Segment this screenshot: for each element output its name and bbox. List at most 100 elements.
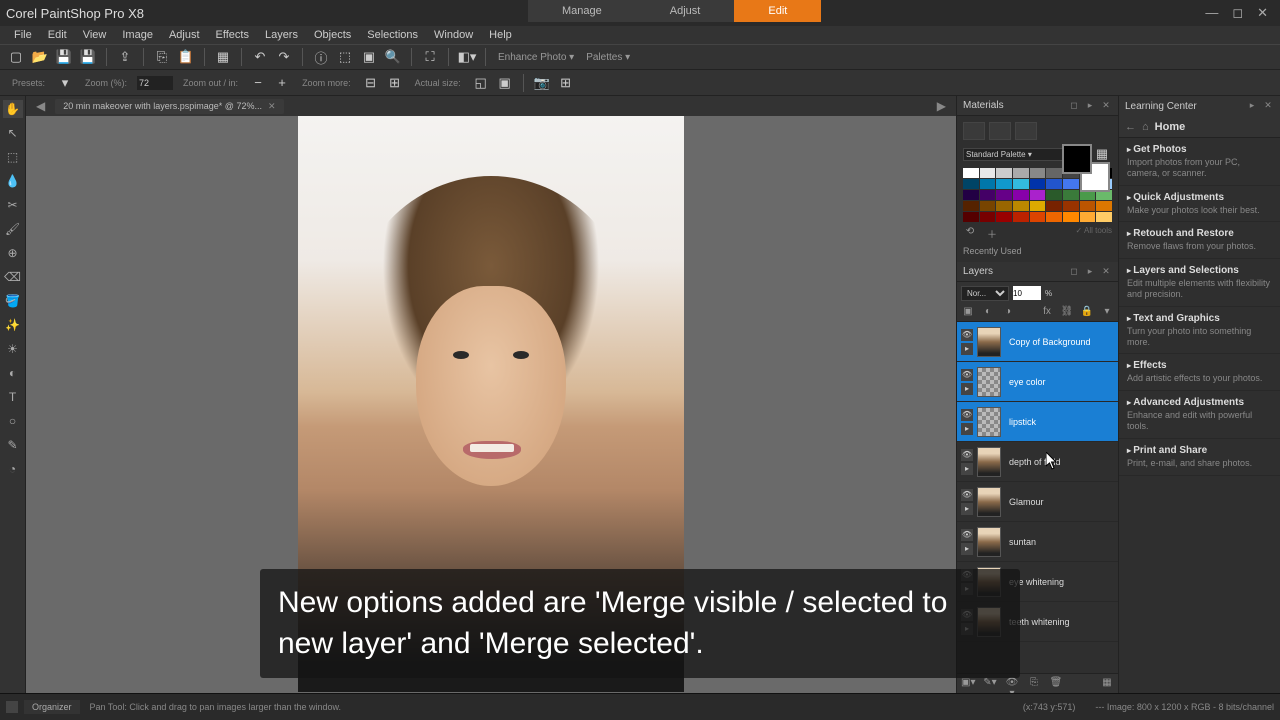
zoom-more-out-icon[interactable]: ⊟ xyxy=(361,73,381,93)
panel-close-icon[interactable]: ✕ xyxy=(1262,100,1274,112)
smart-tool-icon[interactable]: ◐ xyxy=(3,364,23,382)
move-tool-icon[interactable]: ↖ xyxy=(3,124,23,142)
mode-tab-adjust[interactable]: Adjust xyxy=(636,0,735,22)
menu-image[interactable]: Image xyxy=(114,29,161,41)
visibility-icon[interactable]: 👁 xyxy=(961,409,973,421)
mode-tab-manage[interactable]: Manage xyxy=(528,0,636,22)
color-swatch[interactable] xyxy=(1046,201,1062,211)
rainbow-style-icon[interactable] xyxy=(989,122,1011,140)
crop-icon[interactable]: ▣ xyxy=(359,47,379,67)
layer-row[interactable]: 👁▸Copy of Background xyxy=(957,322,1118,362)
document-tab[interactable]: 20 min makeover with layers.pspimage* @ … xyxy=(55,99,283,114)
color-swatch[interactable] xyxy=(963,190,979,200)
maximize-icon[interactable]: ◻ xyxy=(1232,5,1243,21)
redo-icon[interactable]: ↷ xyxy=(274,47,294,67)
lock-layer-icon[interactable]: 🔒 xyxy=(1080,306,1094,320)
expand-icon[interactable]: ▸ xyxy=(961,503,973,515)
color-swatch[interactable] xyxy=(1046,212,1062,222)
learning-item[interactable]: Text and GraphicsTurn your photo into so… xyxy=(1119,307,1280,355)
blend-mode-select[interactable]: Nor... xyxy=(961,286,1009,301)
menu-help[interactable]: Help xyxy=(481,29,520,41)
edit-sel-icon[interactable]: ✎▾ xyxy=(983,677,997,691)
menu-objects[interactable]: Objects xyxy=(306,29,359,41)
panel-dock-icon[interactable]: ◻ xyxy=(1068,266,1080,278)
menu-view[interactable]: View xyxy=(75,29,115,41)
menu-window[interactable]: Window xyxy=(426,29,481,41)
pen-tool-icon[interactable]: ✎ xyxy=(3,436,23,454)
learning-item[interactable]: Retouch and RestoreRemove flaws from you… xyxy=(1119,222,1280,259)
menu-effects[interactable]: Effects xyxy=(208,29,257,41)
color-swatch[interactable] xyxy=(1063,201,1079,211)
close-tab-icon[interactable]: ✕ xyxy=(268,101,276,112)
new-mask-icon[interactable]: ◐ xyxy=(981,306,995,320)
color-swatch[interactable] xyxy=(1013,190,1029,200)
foreground-color[interactable] xyxy=(1062,144,1092,174)
color-swatch[interactable] xyxy=(996,179,1012,189)
panel-menu-icon[interactable]: ▸ xyxy=(1084,100,1096,112)
selection-icon[interactable]: ⬚ xyxy=(335,47,355,67)
color-swatch[interactable] xyxy=(1080,201,1096,211)
enhance-menu[interactable]: Enhance Photo ▾ xyxy=(494,52,578,63)
panel-close-icon[interactable]: ✕ xyxy=(1100,266,1112,278)
expand-icon[interactable]: ▸ xyxy=(961,423,973,435)
learning-item[interactable]: EffectsAdd artistic effects to your phot… xyxy=(1119,354,1280,391)
swap-colors-icon[interactable]: ⟲ xyxy=(963,226,977,240)
dropper-tool-icon[interactable]: 💧 xyxy=(3,172,23,190)
zoom-icon[interactable]: 🔍 xyxy=(383,47,403,67)
frame-style-icon[interactable] xyxy=(963,122,985,140)
visibility-icon[interactable]: 👁 xyxy=(961,489,973,501)
open-icon[interactable]: 📂 xyxy=(30,47,50,67)
zoom-more-in-icon[interactable]: ⊞ xyxy=(385,73,405,93)
pan-tool-icon[interactable]: ✋ xyxy=(3,100,23,118)
back-icon[interactable]: ← xyxy=(1125,121,1136,133)
color-swatch[interactable] xyxy=(1096,201,1112,211)
lighten-tool-icon[interactable]: ☀ xyxy=(3,340,23,358)
expand-icon[interactable]: ▸ xyxy=(961,343,973,355)
panel-menu-icon[interactable]: ▸ xyxy=(1246,100,1258,112)
color-swatch[interactable] xyxy=(1080,212,1096,222)
color-swatch[interactable] xyxy=(1030,201,1046,211)
color-swatch[interactable] xyxy=(1046,168,1062,178)
clone-tool-icon[interactable]: ⊕ xyxy=(3,244,23,262)
learning-item[interactable]: Quick AdjustmentsMake your photos look t… xyxy=(1119,186,1280,223)
layer-effects-icon[interactable]: fx xyxy=(1040,306,1054,320)
minimize-icon[interactable]: — xyxy=(1205,5,1218,21)
color-swatch[interactable] xyxy=(963,179,979,189)
expand-icon[interactable]: ▸ xyxy=(961,543,973,555)
new-layer-btn-icon[interactable]: ▣▾ xyxy=(961,677,975,691)
learning-item[interactable]: Get PhotosImport photos from your PC, ca… xyxy=(1119,138,1280,186)
all-tools-toggle[interactable]: ✓ All tools xyxy=(1076,226,1113,240)
close-icon[interactable]: ✕ xyxy=(1257,5,1268,21)
fill-tool-icon[interactable]: 🪣 xyxy=(3,292,23,310)
learning-item[interactable]: Print and SharePrint, e-mail, and share … xyxy=(1119,439,1280,476)
delete-layer-icon[interactable]: 🗑 xyxy=(1049,677,1063,691)
color-swatch[interactable] xyxy=(1030,179,1046,189)
color-swatch[interactable] xyxy=(1013,212,1029,222)
brush-tool-icon[interactable]: 🖌 xyxy=(3,220,23,238)
color-swatch[interactable] xyxy=(1013,179,1029,189)
add-swatch-icon[interactable]: ＋ xyxy=(985,226,999,240)
resize-icon[interactable]: ▦ xyxy=(213,47,233,67)
color-swatch[interactable] xyxy=(1030,168,1046,178)
snapshot-icon[interactable]: 📷 xyxy=(532,73,552,93)
zoom-out-icon[interactable]: − xyxy=(248,73,268,93)
visibility-icon[interactable]: 👁 xyxy=(961,529,973,541)
color-swatch[interactable] xyxy=(1030,212,1046,222)
menu-file[interactable]: File xyxy=(6,29,40,41)
fit-window-icon[interactable]: ◱ xyxy=(471,73,491,93)
crop-tool-icon[interactable]: ✂ xyxy=(3,196,23,214)
panel-dock-icon[interactable]: ◻ xyxy=(1068,100,1080,112)
color-swatch[interactable] xyxy=(996,212,1012,222)
mode-tab-edit[interactable]: Edit xyxy=(734,0,821,22)
organizer-button[interactable]: Organizer xyxy=(24,700,80,714)
copy-icon[interactable]: ⎘ xyxy=(152,47,172,67)
color-swatch[interactable] xyxy=(980,201,996,211)
zoom-in-icon[interactable]: + xyxy=(272,73,292,93)
visibility-icon[interactable]: 👁 xyxy=(961,329,973,341)
color-swatch[interactable] xyxy=(996,190,1012,200)
link-layers-icon[interactable]: ⛓ xyxy=(1060,306,1074,320)
color-swatch[interactable] xyxy=(980,179,996,189)
color-swatch[interactable] xyxy=(996,168,1012,178)
layer-row[interactable]: 👁▸lipstick xyxy=(957,402,1118,442)
text-tool-icon[interactable]: T xyxy=(3,388,23,406)
